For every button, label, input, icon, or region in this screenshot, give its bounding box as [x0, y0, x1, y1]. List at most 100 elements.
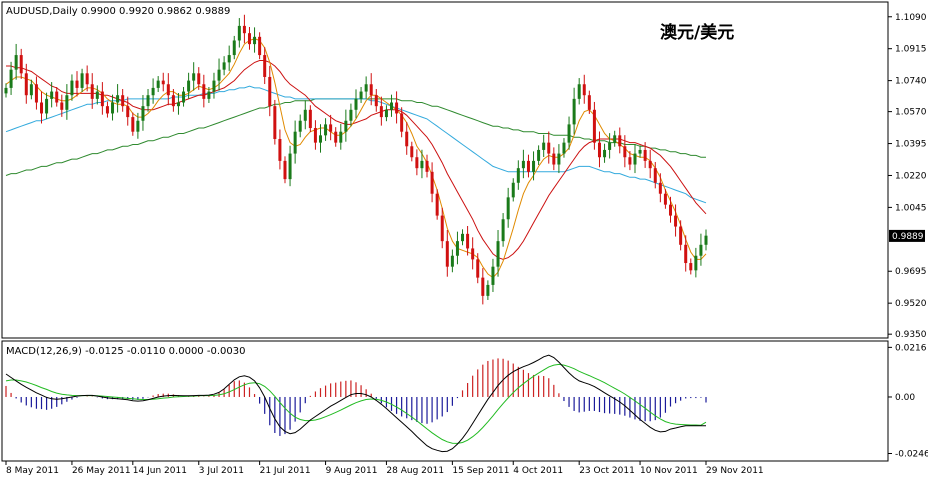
candle-body — [567, 124, 571, 143]
candle-body — [486, 284, 490, 296]
candle-body — [232, 40, 236, 56]
candle-body — [608, 142, 612, 150]
candle-body — [151, 87, 155, 96]
candle-body — [268, 76, 272, 107]
price-panel[interactable] — [1, 1, 889, 339]
candle-body — [207, 91, 211, 99]
candle-body — [85, 73, 89, 85]
candle-body — [60, 102, 64, 110]
symbol-header: AUDUSD,Daily 0.9900 0.9920 0.9862 0.9889 — [6, 6, 230, 17]
price-tick-label: 0.9695 — [895, 267, 927, 277]
candle-body — [369, 84, 373, 96]
candle-body — [156, 80, 160, 88]
candle-body — [359, 91, 363, 99]
candle-body — [212, 80, 216, 92]
candle-body — [258, 36, 262, 56]
candle-body — [136, 120, 140, 132]
candle-body — [684, 244, 688, 264]
candle-body — [597, 142, 601, 158]
date-tick-label: 3 Jul 2011 — [199, 466, 244, 476]
price-tick-label: 1.0045 — [895, 203, 927, 213]
macd-tick-label: -0.0246 — [895, 449, 928, 459]
candle-body — [450, 255, 454, 267]
date-tick-label: 28 Aug 2011 — [386, 466, 444, 476]
candle-body — [278, 138, 282, 161]
candle-body — [14, 55, 18, 70]
candle-body — [288, 153, 292, 180]
date-tick-label: 10 Nov 2011 — [640, 466, 698, 476]
candle-body — [4, 87, 8, 94]
candle-body — [344, 120, 348, 132]
candle-body — [506, 197, 510, 220]
macd-tick-label: 0.0216 — [895, 343, 927, 353]
candle-body — [410, 146, 414, 158]
candle-body — [374, 95, 378, 107]
candle-body — [75, 80, 79, 88]
price-tick-label: 1.0395 — [895, 140, 927, 150]
candle-body — [192, 73, 196, 81]
candle-body — [90, 84, 94, 99]
candle-body — [9, 69, 13, 88]
candle-body — [592, 109, 596, 143]
candle-body — [613, 135, 617, 143]
macd-tick-label: 0.00 — [895, 393, 915, 403]
candle-body — [308, 109, 312, 129]
candle-body — [202, 84, 206, 99]
candle-body — [455, 241, 459, 256]
forex-chart: AUDUSD,Daily 0.9900 0.9920 0.9862 0.9889… — [0, 0, 928, 478]
candle-body — [491, 266, 495, 285]
candle-body — [227, 55, 231, 63]
candle-body — [587, 95, 591, 110]
price-tick-label: 1.0220 — [895, 171, 927, 181]
candle-body — [253, 36, 257, 45]
candle-body — [425, 160, 429, 172]
candle-body — [643, 149, 647, 161]
candle-body — [237, 25, 241, 41]
price-tick-label: 1.0915 — [895, 45, 927, 55]
candle-body — [390, 102, 394, 110]
candle-body — [699, 244, 703, 256]
candle-body — [171, 95, 175, 107]
candle-body — [663, 193, 667, 205]
chart-overlay-title: 澳元/美元 — [660, 22, 734, 43]
candle-body — [50, 91, 54, 99]
candle-body — [354, 98, 358, 110]
candle-body — [461, 233, 465, 242]
date-tick-label: 8 May 2011 — [6, 466, 59, 476]
price-tick-label: 1.0740 — [895, 77, 927, 87]
candle-body — [100, 91, 104, 107]
candle-body — [476, 259, 480, 278]
candle-body — [648, 160, 652, 169]
last-price-label: 0.9889 — [892, 232, 924, 242]
candle-body — [689, 263, 693, 271]
candle-body — [364, 84, 368, 92]
candle-body — [526, 160, 530, 172]
candle-body — [400, 113, 404, 132]
candle-body — [182, 91, 186, 103]
candle-body — [471, 248, 475, 260]
date-tick-label: 9 Aug 2011 — [326, 466, 378, 476]
price-tick-label: 1.1090 — [895, 13, 927, 23]
candle-body — [511, 182, 515, 198]
date-tick-label: 26 May 2011 — [72, 466, 131, 476]
candle-body — [24, 73, 28, 96]
candle-body — [339, 131, 343, 143]
candle-body — [105, 106, 109, 114]
candle-body — [146, 95, 150, 107]
candle-body — [349, 109, 353, 121]
candle-body — [111, 102, 115, 114]
candle-body — [187, 80, 191, 92]
candle-body — [572, 98, 576, 125]
candle-body — [440, 215, 444, 242]
candle-body — [395, 102, 399, 114]
candle-body — [334, 131, 338, 143]
candle-body — [166, 84, 170, 96]
candle-body — [445, 241, 449, 267]
candle-body — [34, 84, 38, 103]
candle-body — [161, 80, 165, 85]
candle-body — [501, 219, 505, 242]
date-tick-label: 21 Jul 2011 — [260, 466, 311, 476]
candle — [273, 99, 277, 145]
candle-body — [542, 142, 546, 150]
candle-body — [547, 142, 551, 154]
